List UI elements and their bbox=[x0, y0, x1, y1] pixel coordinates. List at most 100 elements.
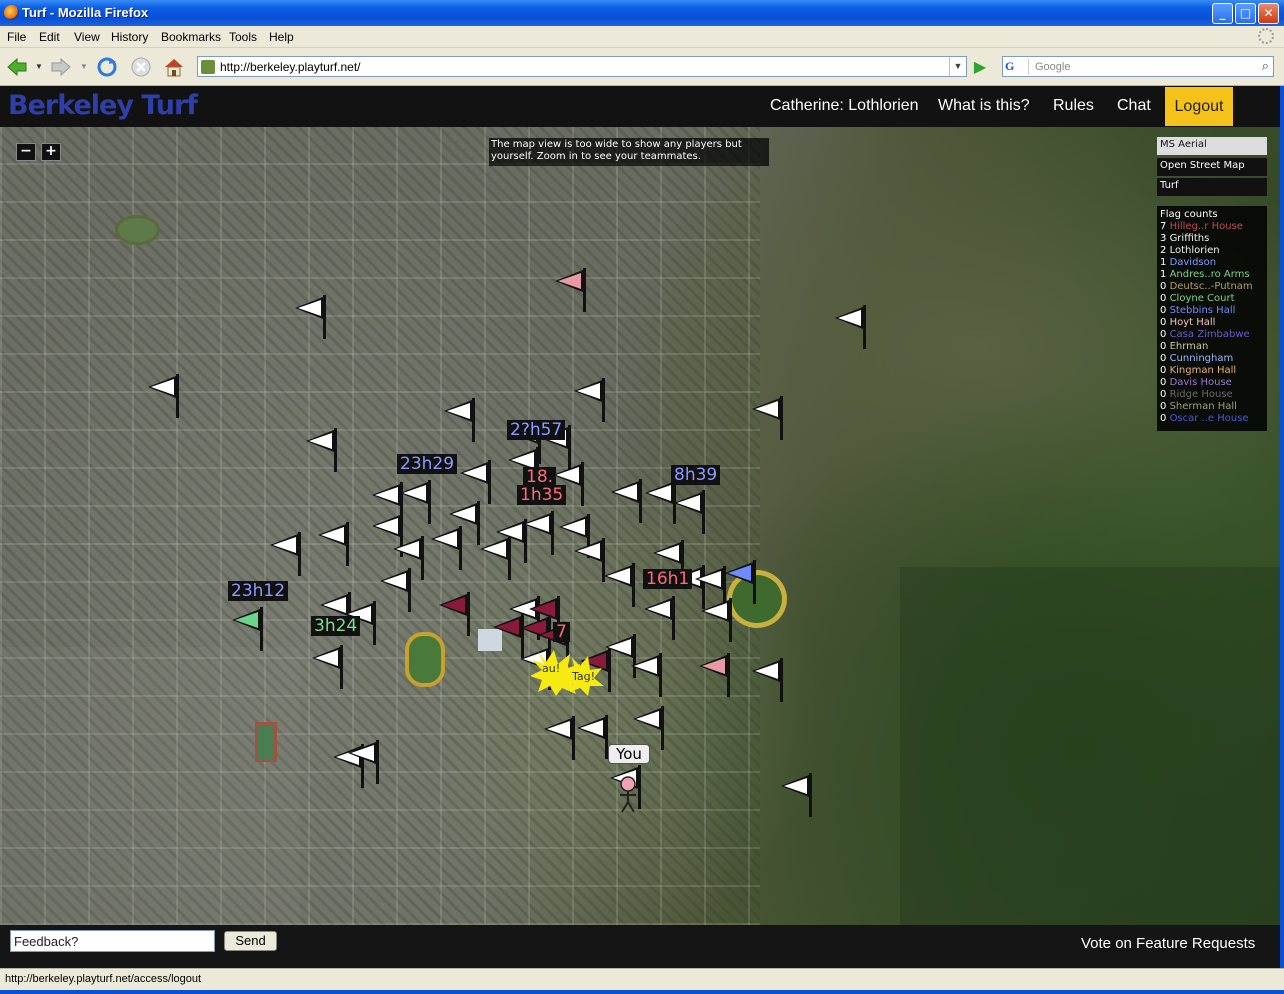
flag-pole bbox=[753, 560, 756, 604]
map-flag-icon[interactable] bbox=[306, 428, 340, 472]
minimize-button[interactable]: _ bbox=[1212, 3, 1233, 24]
chat-link[interactable]: Chat bbox=[1117, 97, 1151, 115]
map-flag-icon[interactable] bbox=[611, 479, 645, 523]
map-flag-icon[interactable] bbox=[232, 607, 266, 651]
map-flag-icon[interactable] bbox=[380, 568, 414, 612]
map-flag-icon[interactable] bbox=[644, 596, 678, 640]
go-arrow-icon[interactable]: ▶ bbox=[970, 57, 990, 77]
map-flag-icon[interactable] bbox=[523, 511, 557, 555]
map-flag-icon[interactable] bbox=[701, 598, 735, 642]
flag-count-team: Davidson bbox=[1169, 257, 1217, 268]
back-dropdown-icon[interactable]: ▼ bbox=[35, 62, 43, 71]
what-is-this-link[interactable]: What is this? bbox=[938, 97, 1030, 115]
menu-bookmarks[interactable]: Bookmarks bbox=[161, 30, 221, 44]
forward-dropdown-icon[interactable]: ▼ bbox=[80, 62, 88, 71]
flag-count-row: 0 Davis House bbox=[1160, 377, 1264, 389]
menu-history[interactable]: History bbox=[111, 30, 148, 44]
map-flag-icon[interactable] bbox=[631, 653, 665, 697]
site-logo[interactable]: Berkeley Turf bbox=[8, 90, 198, 121]
stop-icon[interactable] bbox=[130, 56, 152, 78]
menu-view[interactable]: View bbox=[74, 30, 100, 44]
flag-fill bbox=[235, 612, 258, 628]
flag-fill bbox=[496, 619, 519, 635]
menu-help[interactable]: Help bbox=[269, 30, 294, 44]
map-flag-icon[interactable] bbox=[148, 374, 182, 418]
search-magnifier-icon[interactable]: ⌕ bbox=[1262, 59, 1269, 74]
layer-ms-aerial[interactable]: MS Aerial bbox=[1157, 137, 1267, 155]
flag-pole bbox=[639, 479, 642, 523]
map-flag-icon[interactable] bbox=[439, 592, 473, 636]
map-flag-icon[interactable] bbox=[604, 563, 638, 607]
flag-fill bbox=[556, 467, 579, 483]
flag-fill bbox=[704, 603, 727, 619]
flag-pole bbox=[428, 480, 431, 524]
map-flag-icon[interactable] bbox=[574, 378, 608, 422]
map-flag-icon[interactable] bbox=[295, 295, 329, 339]
layer-open-street-map[interactable]: Open Street Map bbox=[1157, 158, 1267, 176]
map-flag-icon[interactable] bbox=[480, 536, 514, 580]
maximize-button[interactable]: □ bbox=[1235, 3, 1256, 24]
flag-pole bbox=[608, 648, 611, 692]
flag-fill bbox=[511, 452, 534, 468]
flag-count-number: 0 bbox=[1160, 401, 1167, 412]
flag-fill bbox=[526, 516, 549, 532]
address-text[interactable]: http://berkeley.playturf.net/ bbox=[220, 60, 361, 74]
map-flag-icon[interactable] bbox=[752, 658, 786, 702]
map-flag-icon[interactable] bbox=[544, 716, 578, 760]
flag-count-row: 0 Sherman Hall bbox=[1160, 401, 1264, 413]
logout-button[interactable]: Logout bbox=[1165, 87, 1233, 126]
firefox-icon bbox=[4, 5, 19, 20]
throbber-icon bbox=[1258, 28, 1274, 44]
map-flag-icon[interactable] bbox=[835, 305, 869, 349]
map-flag-icon[interactable] bbox=[781, 773, 815, 817]
flag-pole bbox=[376, 740, 379, 784]
flag-pole bbox=[421, 536, 424, 580]
map-flag-icon[interactable] bbox=[348, 740, 382, 784]
send-button[interactable]: Send bbox=[224, 931, 277, 951]
zoom-in-button[interactable]: + bbox=[41, 143, 61, 161]
map-flag-icon[interactable] bbox=[460, 460, 494, 504]
map-flag-icon[interactable] bbox=[699, 653, 733, 697]
search-box[interactable]: G Google ⌕ bbox=[1002, 56, 1274, 77]
zoom-out-button[interactable]: − bbox=[16, 143, 36, 161]
close-button[interactable]: ✕ bbox=[1258, 3, 1279, 24]
home-icon[interactable] bbox=[163, 56, 185, 78]
forward-arrow-icon[interactable] bbox=[50, 56, 72, 78]
flag-count-number: 2 bbox=[1160, 245, 1167, 256]
map-flag-icon[interactable] bbox=[577, 715, 611, 759]
reload-icon[interactable] bbox=[96, 56, 118, 78]
flag-fill bbox=[403, 485, 426, 501]
map-flag-icon[interactable] bbox=[555, 268, 589, 312]
flag-count-number: 1 bbox=[1160, 269, 1167, 280]
map-flag-icon[interactable] bbox=[318, 522, 352, 566]
address-dropdown-icon[interactable]: ▼ bbox=[949, 57, 966, 76]
back-arrow-icon[interactable] bbox=[6, 56, 28, 78]
map-flag-icon[interactable] bbox=[270, 532, 304, 576]
map-flag-icon[interactable] bbox=[312, 645, 346, 689]
flag-fill bbox=[636, 711, 659, 727]
map-flag-icon[interactable] bbox=[752, 396, 786, 440]
flag-fill bbox=[383, 573, 406, 589]
map-flag-icon[interactable] bbox=[674, 490, 708, 534]
oval-field bbox=[115, 215, 160, 245]
address-bar[interactable]: http://berkeley.playturf.net/ ▼ bbox=[197, 56, 967, 77]
flag-count-number: 0 bbox=[1160, 353, 1167, 364]
menu-tools[interactable]: Tools bbox=[229, 30, 257, 44]
search-input[interactable]: Google bbox=[1035, 61, 1070, 73]
feedback-input[interactable] bbox=[10, 930, 215, 952]
vote-feature-requests-link[interactable]: Vote on Feature Requests bbox=[1081, 935, 1255, 952]
layer-turf[interactable]: Turf bbox=[1157, 178, 1267, 196]
flag-fill bbox=[577, 543, 600, 559]
flag-count-team: Cloyne Court bbox=[1169, 293, 1235, 304]
menu-edit[interactable]: Edit bbox=[39, 30, 60, 44]
search-engine-icon[interactable]: G bbox=[1005, 59, 1029, 75]
user-team-link[interactable]: Catherine: Lothlorien bbox=[770, 97, 919, 115]
map-flag-icon[interactable] bbox=[444, 398, 478, 442]
map-flag-icon[interactable] bbox=[574, 538, 608, 582]
player-avatar-icon[interactable] bbox=[614, 770, 644, 814]
rules-link[interactable]: Rules bbox=[1053, 97, 1094, 115]
flag-pole bbox=[672, 596, 675, 640]
flag-pole bbox=[727, 653, 730, 697]
map-flag-icon[interactable] bbox=[431, 526, 465, 570]
menu-file[interactable]: File bbox=[7, 30, 26, 44]
